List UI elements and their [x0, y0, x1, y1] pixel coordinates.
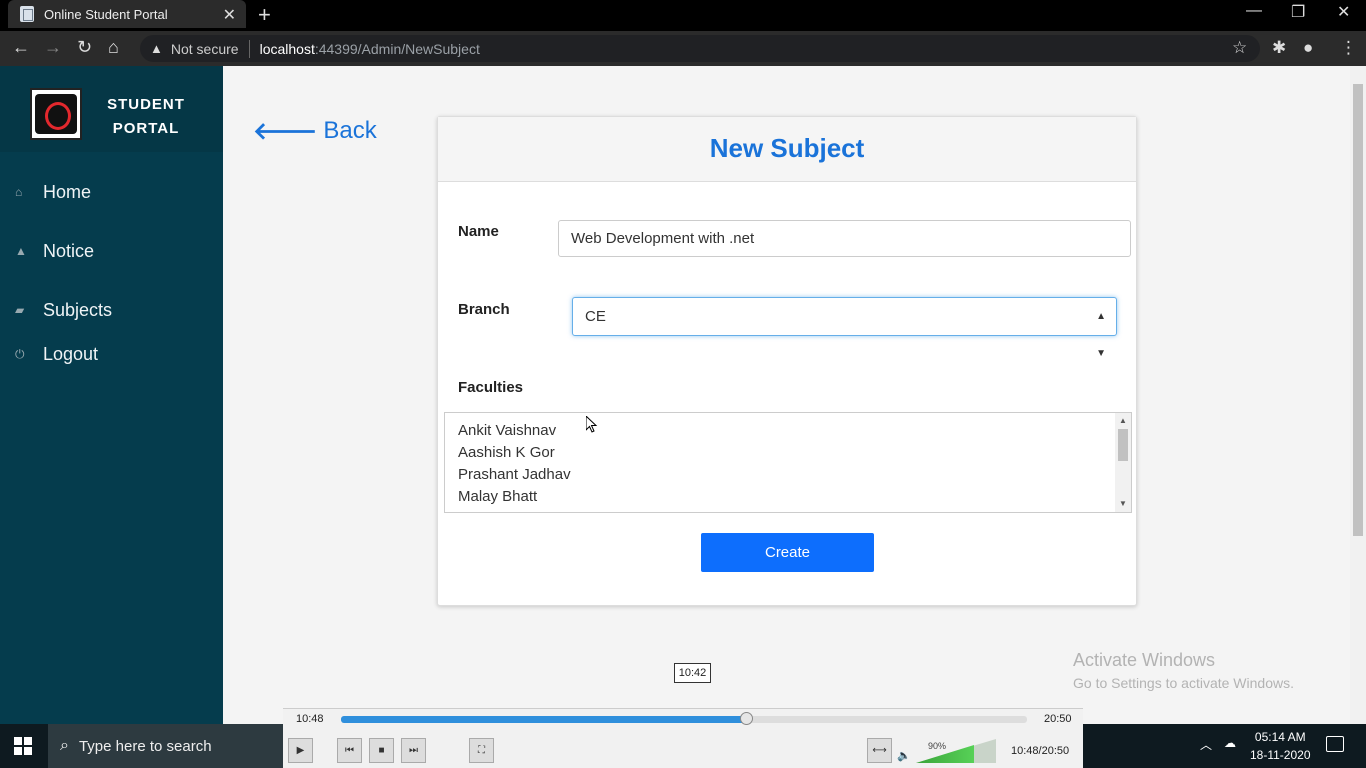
page-favicon-icon — [20, 6, 34, 22]
activate-windows-watermark: Activate Windows Go to Settings to activ… — [1073, 650, 1294, 691]
extended-settings-icon[interactable]: ⟷ — [867, 738, 892, 763]
sidebar-item-label: Home — [43, 181, 92, 202]
onedrive-cloud-icon[interactable]: ☁ — [1224, 736, 1236, 750]
new-tab-button[interactable]: + — [258, 2, 271, 28]
new-subject-card: New Subject Name Web Development with .n… — [437, 116, 1137, 606]
listbox-scrollbar[interactable]: ▲ ▼ — [1115, 413, 1131, 512]
player-clock: 10:48/20:50 — [1011, 745, 1070, 757]
back-link[interactable]: 🡐 Back — [253, 116, 377, 146]
restore-icon[interactable]: ❐ — [1291, 2, 1305, 22]
card-title: New Subject — [438, 117, 1136, 182]
brand-title: STUDENT PORTAL — [107, 96, 185, 137]
stop-icon[interactable]: ■ — [369, 738, 394, 763]
warning-icon[interactable]: ▲ — [150, 41, 163, 56]
windows-start-icon[interactable] — [14, 737, 32, 755]
page-content: STUDENT PORTAL ⌂ Home ▲ Notice ▰ Subject… — [0, 66, 1366, 724]
sidebar-item-logout[interactable]: ⏻ Logout — [0, 336, 223, 372]
sidebar-item-label: Subjects — [43, 299, 113, 320]
divider — [248, 39, 250, 58]
name-input[interactable]: Web Development with .net — [558, 220, 1131, 257]
create-button[interactable]: Create — [701, 533, 874, 572]
page-scrollbar-thumb[interactable] — [1353, 84, 1363, 536]
notification-icon[interactable] — [1326, 736, 1344, 752]
media-player-controls: 10:48 20:50 ▶ ⏮ ■ ⏭ ⛶ ⟷ 🔈 90% 10:48/20:5… — [283, 708, 1083, 768]
reload-icon[interactable]: ↻ — [77, 37, 92, 58]
tab-title: Online Student Portal — [44, 6, 168, 22]
extensions-icon[interactable]: ✱ — [1272, 38, 1286, 58]
close-window-icon[interactable]: ✕ — [1337, 2, 1350, 22]
list-item[interactable]: Malay Bhatt — [445, 486, 1131, 508]
url-host[interactable]: localhost — [260, 41, 315, 57]
power-icon: ⏻ — [15, 346, 25, 361]
branch-selected-value: CE — [585, 308, 606, 325]
list-item[interactable]: Ankit Vaishnav — [445, 420, 1131, 442]
scroll-down-icon[interactable]: ▼ — [1119, 499, 1127, 508]
bell-icon: ▲ — [15, 244, 27, 258]
sidebar-item-label: Notice — [43, 240, 95, 261]
browser-tab-bar: Online Student Portal ✕ + — ❐ ✕ — [0, 0, 1366, 31]
taskbar-clock[interactable]: 05:14 AM 18-11-2020 — [1250, 728, 1311, 764]
back-arrow-icon[interactable]: ← — [12, 37, 30, 58]
next-icon[interactable]: ⏭ — [401, 738, 426, 763]
play-icon[interactable]: ▶ — [288, 738, 313, 763]
list-item[interactable]: Prashant Jadhav — [445, 464, 1131, 486]
bookmark-star-icon[interactable]: ☆ — [1232, 38, 1247, 58]
scroll-up-icon[interactable]: ▲ — [1119, 416, 1127, 425]
elapsed-time: 10:48 — [296, 713, 324, 725]
chevron-up-icon[interactable]: ︿ — [1200, 736, 1212, 753]
minimize-icon[interactable]: — — [1246, 2, 1262, 20]
brand-header: STUDENT PORTAL — [0, 66, 223, 152]
scrollbar-thumb[interactable] — [1118, 429, 1128, 461]
security-label[interactable]: Not secure — [171, 41, 239, 57]
volume-slider[interactable]: 90% — [916, 739, 996, 763]
branch-select[interactable]: CE ▲ ▼ — [572, 297, 1117, 359]
total-time: 20:50 — [1044, 713, 1072, 725]
back-label: Back — [323, 117, 377, 144]
menu-icon[interactable]: ⋮ — [1340, 38, 1357, 58]
close-tab-icon[interactable]: ✕ — [223, 5, 236, 25]
branch-label: Branch — [458, 301, 510, 318]
sidebar-item-subjects[interactable]: ▰ Subjects — [0, 292, 223, 328]
volume-label: 90% — [928, 741, 947, 751]
speaker-icon[interactable]: 🔈 — [897, 749, 911, 762]
browser-toolbar: ← → ↻ ⌂ ▲ Not secure localhost :44399/Ad… — [0, 31, 1366, 66]
mouse-cursor-icon — [585, 414, 598, 434]
list-item[interactable]: Aashish K Gor — [445, 442, 1131, 464]
previous-icon[interactable]: ⏮ — [337, 738, 362, 763]
portal-logo — [30, 88, 82, 140]
arrow-left-icon: 🡐 — [253, 118, 318, 145]
profile-icon[interactable]: ● — [1303, 38, 1313, 58]
fullscreen-icon[interactable]: ⛶ — [469, 738, 494, 763]
sidebar-item-home[interactable]: ⌂ Home — [0, 174, 223, 210]
sidebar-item-notice[interactable]: ▲ Notice — [0, 233, 223, 269]
search-placeholder: Type here to search — [78, 737, 212, 755]
url-path[interactable]: :44399/Admin/NewSubject — [315, 41, 480, 57]
browser-tab[interactable]: Online Student Portal ✕ — [8, 0, 246, 28]
faculties-label: Faculties — [458, 379, 524, 396]
seek-tooltip: 10:42 — [674, 663, 711, 683]
taskbar-search[interactable]: ⌕ Type here to search — [48, 724, 283, 768]
sidebar-item-label: Logout — [43, 343, 99, 364]
book-icon: ▰ — [15, 303, 25, 317]
page-scrollbar[interactable] — [1350, 66, 1366, 724]
name-label: Name — [458, 223, 499, 240]
faculties-listbox[interactable]: Ankit Vaishnav Aashish K Gor Prashant Ja… — [444, 412, 1132, 513]
forward-arrow-icon[interactable]: → — [44, 37, 62, 58]
search-icon: ⌕ — [60, 737, 69, 754]
seek-bar[interactable] — [341, 716, 1027, 723]
seek-knob[interactable] — [739, 712, 753, 725]
sidebar: STUDENT PORTAL ⌂ Home ▲ Notice ▰ Subject… — [0, 66, 223, 724]
sort-caret-icon: ▲ ▼ — [1096, 311, 1106, 359]
home-icon[interactable]: ⌂ — [108, 37, 119, 58]
address-bar[interactable]: ▲ Not secure localhost :44399/Admin/NewS… — [140, 35, 1260, 62]
home-icon: ⌂ — [15, 185, 23, 199]
seek-progress — [341, 716, 746, 723]
